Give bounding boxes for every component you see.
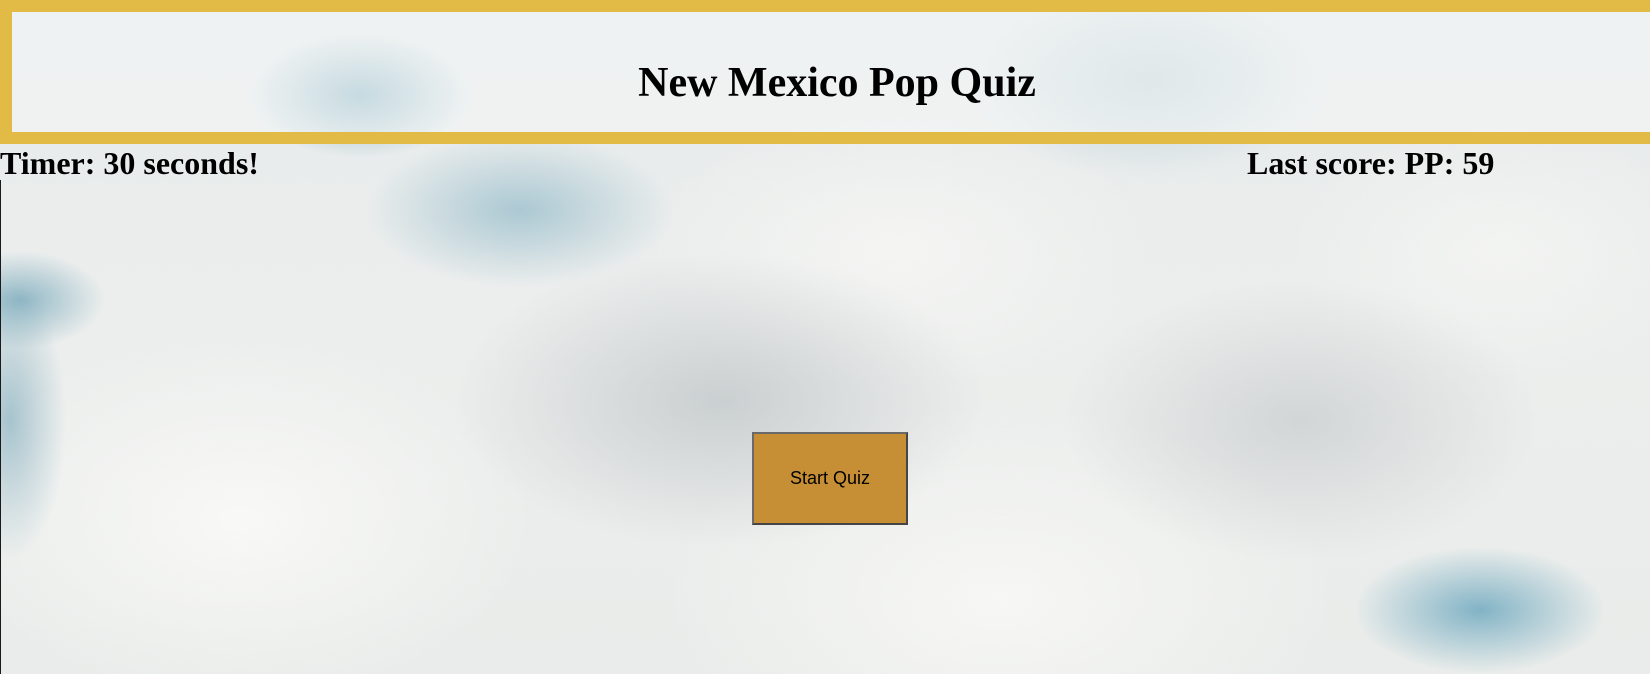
left-edge-divider	[0, 180, 1, 674]
header-banner: New Mexico Pop Quiz	[0, 0, 1650, 144]
last-score-display: Last score: PP: 59	[1247, 145, 1495, 181]
page-title: New Mexico Pop Quiz	[638, 60, 1036, 106]
start-quiz-button[interactable]: Start Quiz	[752, 432, 908, 525]
timer-display: Timer: 30 seconds!	[0, 145, 259, 181]
